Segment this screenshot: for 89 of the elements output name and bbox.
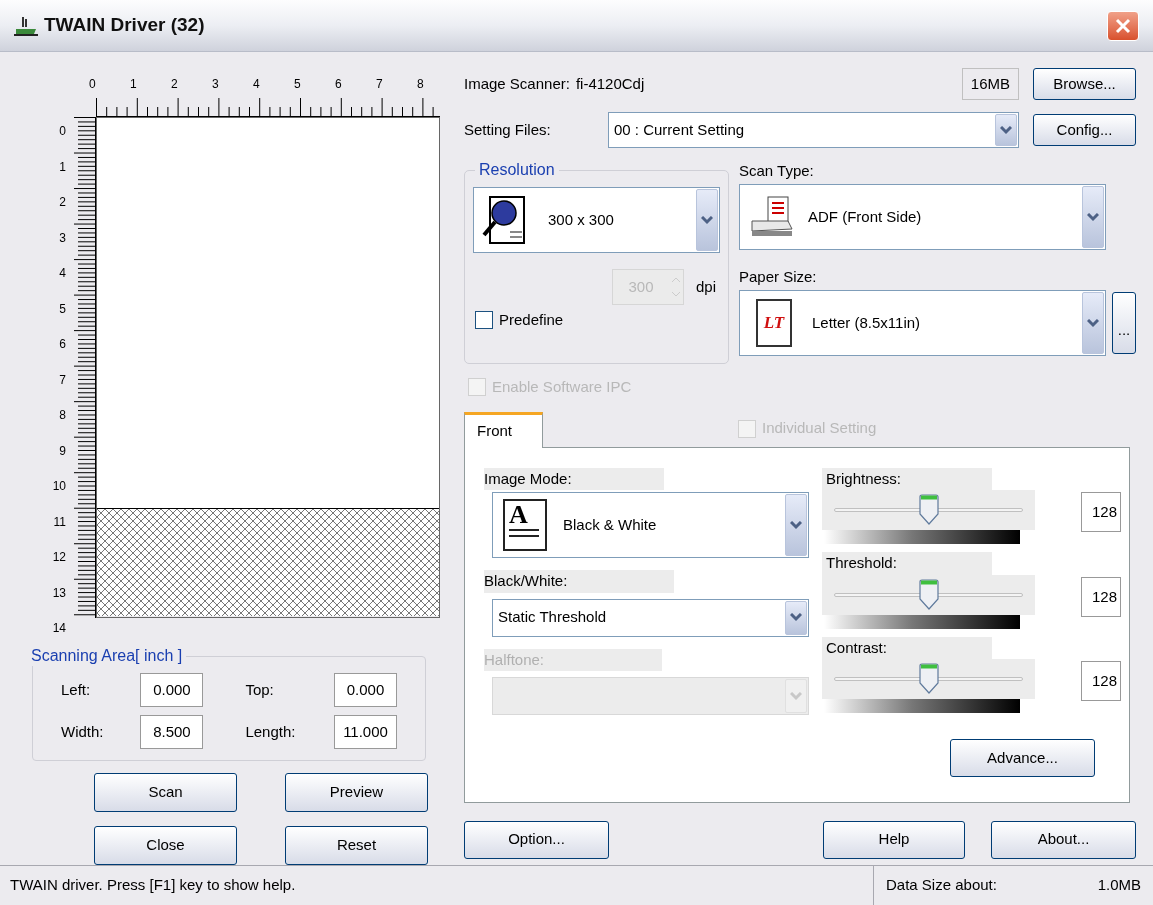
ruler-number: 5 bbox=[294, 76, 302, 93]
option-button[interactable]: Option... bbox=[464, 820, 609, 859]
ruler-number: 2 bbox=[59, 194, 66, 211]
status-message: TWAIN driver. Press [F1] key to show help. bbox=[9, 875, 297, 896]
threshold-mode-label: Black/White: bbox=[484, 570, 674, 593]
ruler-number: 1 bbox=[59, 158, 66, 176]
chevron-down-icon bbox=[790, 691, 802, 701]
scan-type-dropdown[interactable]: ADF (Front Side) bbox=[739, 184, 1106, 250]
action-button[interactable]: Reset bbox=[285, 825, 428, 865]
slider-label: Brightness: bbox=[822, 467, 992, 490]
scanner-icon bbox=[748, 195, 796, 239]
ruler-number: 3 bbox=[212, 76, 220, 93]
action-button[interactable]: Scan bbox=[94, 772, 237, 812]
action-button[interactable]: Close bbox=[94, 825, 237, 865]
document-icon: A bbox=[503, 499, 547, 551]
slider-thumb[interactable] bbox=[917, 494, 940, 526]
chevron-down-icon bbox=[701, 215, 713, 225]
config-button[interactable]: Config... bbox=[1033, 114, 1136, 146]
slider-value-field[interactable]: 128 bbox=[1081, 576, 1121, 617]
ruler-number: 14 bbox=[52, 620, 66, 637]
browse-button[interactable]: Browse... bbox=[1033, 68, 1136, 100]
close-button[interactable] bbox=[1107, 10, 1139, 41]
tab[interactable]: Front bbox=[464, 411, 543, 448]
scanner-app-icon bbox=[14, 14, 38, 37]
paper-size-dropdown[interactable]: LT Letter (8.5x11in) bbox=[739, 290, 1106, 356]
ruler-number: 3 bbox=[59, 229, 66, 247]
chevron-down-icon bbox=[1087, 318, 1099, 328]
paper-size-label: Paper Size: bbox=[739, 267, 818, 287]
setting-files-dropdown[interactable]: 00 : Current Setting bbox=[608, 112, 1019, 148]
data-size-label: Data Size about: bbox=[886, 875, 997, 896]
ruler-number: 4 bbox=[253, 76, 261, 93]
ruler-number: 5 bbox=[59, 300, 66, 318]
scan-type-label: Scan Type: bbox=[739, 161, 815, 181]
memory-indicator: 16MB bbox=[961, 68, 1019, 100]
threshold-mode-dropdown[interactable]: Static Threshold bbox=[492, 598, 809, 637]
ruler-number: 11 bbox=[53, 513, 66, 531]
chevron-down-icon bbox=[1087, 212, 1099, 222]
image-mode-label: Image Mode: bbox=[484, 467, 664, 490]
ruler-number: 1 bbox=[130, 76, 138, 93]
image-mode-dropdown[interactable]: A Black & White bbox=[492, 492, 809, 558]
ruler-number: 7 bbox=[376, 76, 384, 93]
slider-thumb[interactable] bbox=[917, 578, 940, 611]
dpi-unit: dpi bbox=[695, 276, 716, 297]
magnifier-icon bbox=[480, 195, 528, 245]
number-field[interactable]: 8.500 bbox=[140, 715, 204, 749]
field-label: Length: bbox=[245, 721, 297, 742]
chevron-down-icon bbox=[790, 520, 802, 530]
slider-value-field[interactable]: 128 bbox=[1081, 492, 1121, 532]
checkbox-label: Predefine bbox=[499, 310, 564, 330]
checkbox[interactable] bbox=[475, 311, 493, 330]
field-label: Width: bbox=[61, 721, 105, 742]
window-title: TWAIN Driver (32) bbox=[44, 13, 205, 38]
action-button[interactable]: Preview bbox=[285, 772, 428, 812]
paper-options-button[interactable]: ... bbox=[1112, 292, 1136, 354]
number-field[interactable]: 0.000 bbox=[140, 673, 204, 707]
slider-label: Contrast: bbox=[822, 636, 992, 659]
ruler-number: 0 bbox=[59, 123, 66, 140]
slider-thumb[interactable] bbox=[917, 663, 940, 695]
scanner-model: fi-4120Cdj bbox=[575, 73, 645, 94]
ruler-number: 6 bbox=[59, 336, 66, 353]
slider-value-field[interactable]: 128 bbox=[1081, 661, 1121, 701]
about-button[interactable]: About... bbox=[991, 820, 1136, 859]
ruler-number: 6 bbox=[335, 76, 343, 93]
ruler-number: 7 bbox=[59, 371, 66, 389]
number-field[interactable]: 0.000 bbox=[334, 673, 397, 707]
ruler-number: 8 bbox=[59, 407, 66, 424]
data-size-value: 1.0MB bbox=[1097, 875, 1141, 896]
ruler-number: 13 bbox=[52, 584, 66, 602]
letter-paper-icon: LT bbox=[756, 299, 792, 347]
close-icon bbox=[1115, 17, 1131, 34]
ruler-number: 8 bbox=[417, 76, 425, 93]
setting-files-label: Setting Files: bbox=[464, 119, 552, 140]
help-button[interactable]: Help bbox=[823, 820, 965, 859]
ruler-number: 0 bbox=[89, 76, 97, 93]
field-label: Top: bbox=[245, 679, 275, 700]
halftone-label: Halftone: bbox=[484, 648, 662, 671]
ruler-number: 10 bbox=[52, 478, 66, 495]
resolution-dropdown[interactable]: 300 x 300 bbox=[473, 187, 720, 253]
chevron-down-icon bbox=[790, 613, 802, 622]
ruler-number: 12 bbox=[52, 549, 66, 566]
ruler-number: 2 bbox=[171, 76, 179, 93]
scanner-label: Image Scanner: bbox=[464, 73, 570, 94]
field-label: Left: bbox=[61, 679, 92, 700]
chevron-down-icon bbox=[1000, 125, 1012, 135]
ruler-number: 9 bbox=[59, 442, 66, 460]
ruler-number: 4 bbox=[59, 265, 66, 282]
advance-button[interactable]: Advance... bbox=[950, 739, 1095, 777]
number-field[interactable]: 11.000 bbox=[334, 715, 397, 749]
slider-label: Threshold: bbox=[822, 552, 992, 575]
